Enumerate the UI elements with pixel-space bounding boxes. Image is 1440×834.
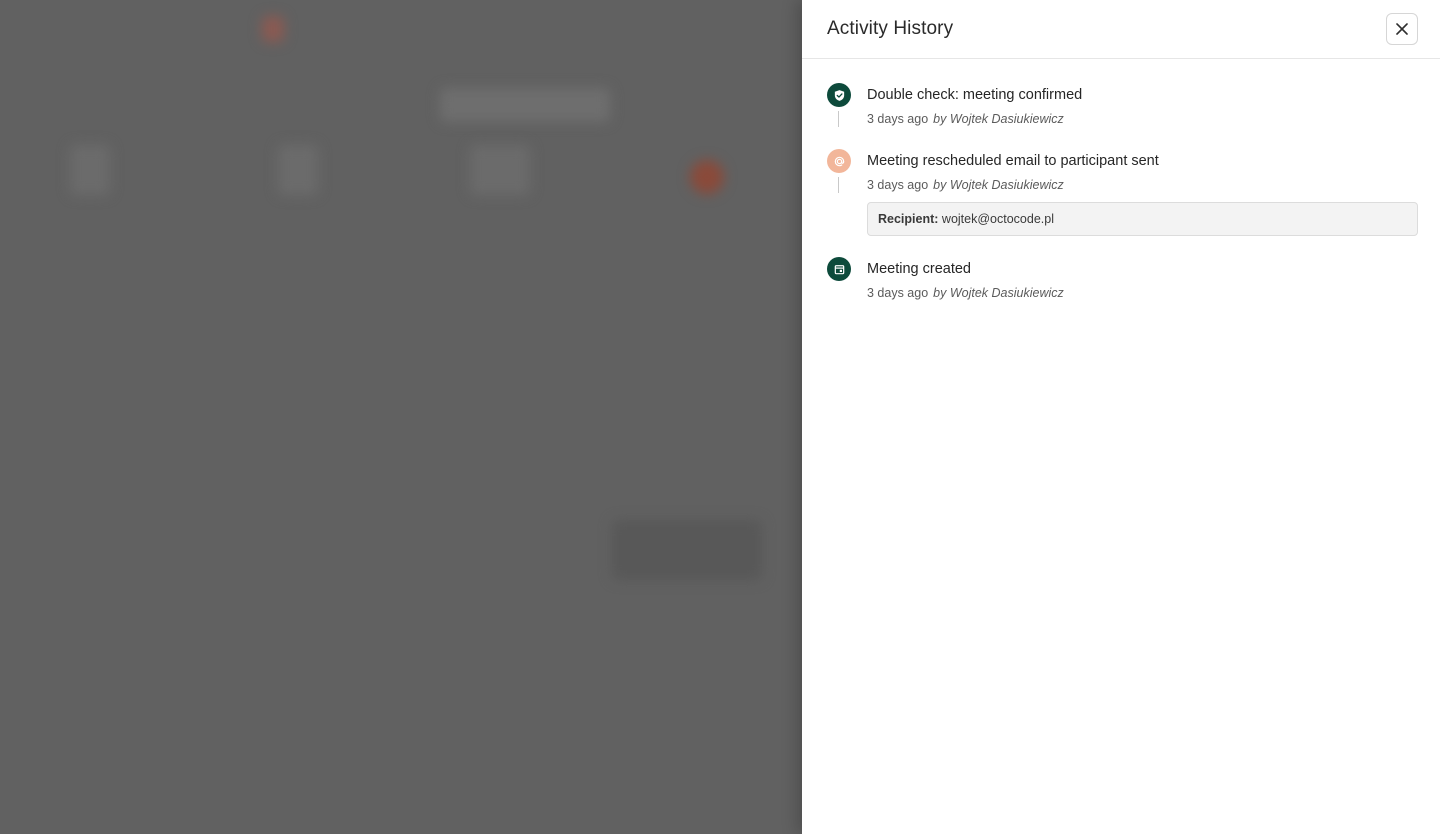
event-meta: 3 days ago by Wojtek Dasiukiewicz	[867, 111, 1418, 127]
event-author: by Wojtek Dasiukiewicz	[933, 286, 1064, 300]
event-meta: 3 days ago by Wojtek Dasiukiewicz	[867, 177, 1418, 193]
background-avatar	[690, 160, 724, 194]
event-time: 3 days ago	[867, 178, 929, 192]
event-meta: 3 days ago by Wojtek Dasiukiewicz	[867, 285, 1418, 301]
calendar-icon	[827, 257, 851, 281]
event-time: 3 days ago	[867, 286, 929, 300]
event-author: by Wojtek Dasiukiewicz	[933, 112, 1064, 126]
background-title-box	[440, 88, 610, 122]
event-author: by Wojtek Dasiukiewicz	[933, 178, 1064, 192]
activity-history-drawer: Activity History Double check: meeting c…	[802, 0, 1440, 834]
activity-timeline: Double check: meeting confirmed 3 days a…	[802, 59, 1440, 301]
background-card	[612, 520, 762, 580]
close-button[interactable]	[1386, 13, 1418, 45]
drawer-header: Activity History	[802, 0, 1440, 59]
close-icon	[1396, 23, 1408, 35]
background-column	[70, 145, 110, 195]
shield-check-icon	[827, 83, 851, 107]
event-title: Meeting created	[867, 261, 971, 277]
recipient-label: Recipient:	[878, 212, 939, 226]
event-time: 3 days ago	[867, 112, 929, 126]
recipient-email: wojtek@octocode.pl	[941, 212, 1054, 226]
activity-event: Meeting created 3 days ago by Wojtek Dasi…	[827, 257, 1418, 301]
timeline-connector	[838, 177, 839, 193]
drawer-title: Activity History	[827, 18, 954, 39]
timeline-connector	[838, 111, 839, 127]
at-sign-icon	[827, 149, 851, 173]
event-detail-box: Recipient: wojtek@octocode.pl	[867, 202, 1418, 236]
activity-event: Meeting rescheduled email to participant…	[827, 149, 1418, 257]
event-title: Double check: meeting confirmed	[867, 87, 1083, 103]
background-logo	[262, 16, 284, 42]
background-column	[470, 145, 530, 195]
event-title: Meeting rescheduled email to participant…	[867, 153, 1159, 169]
background-app-overlay	[0, 0, 802, 834]
background-column	[278, 145, 318, 195]
activity-event: Double check: meeting confirmed 3 days a…	[827, 83, 1418, 149]
